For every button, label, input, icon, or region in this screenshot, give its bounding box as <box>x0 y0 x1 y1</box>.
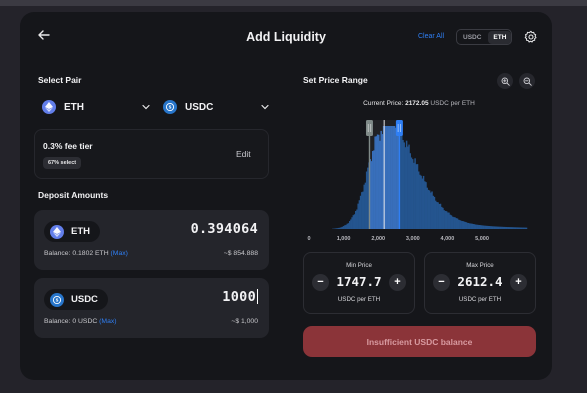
currency-toggle: USDC ETH <box>456 29 512 45</box>
current-price-unit: USDC per ETH <box>430 100 475 107</box>
usdc-balance-text: Balance: 0 USDC <box>44 318 98 325</box>
min-price-increment-button[interactable]: + <box>389 274 406 291</box>
fee-select-badge: 67% select <box>43 157 82 169</box>
clear-all-link[interactable]: Clear All <box>418 33 444 40</box>
x-tick-label: 0 <box>307 236 310 242</box>
min-price-card: Min Price − 1747.7 + USDC per ETH <box>303 252 415 314</box>
eth-icon <box>42 100 56 114</box>
min-price-unit: USDC per ETH <box>337 296 381 303</box>
eth-deposit-card: ETH 0.394064 Balance: 0.1802 ETH (Max) ~… <box>34 210 269 270</box>
eth-token-name: ETH <box>71 226 90 237</box>
toggle-eth[interactable]: ETH <box>488 30 512 44</box>
current-price-line: Current Price: 2172.05 USDC per ETH <box>303 100 535 107</box>
eth-icon <box>50 224 64 239</box>
max-price-increment-button[interactable]: + <box>510 274 527 291</box>
eth-usd-value: ~$ 854.888 <box>223 250 258 257</box>
x-tick-label: 5,000 <box>475 236 489 242</box>
token-a-name: ETH <box>64 101 84 113</box>
fee-tier-box: 0.3% fee tier 67% select Edit <box>34 129 269 179</box>
fee-edit-button[interactable]: Edit <box>236 149 251 159</box>
token-a-select[interactable]: ETH <box>42 96 150 118</box>
zoom-out-icon[interactable] <box>519 73 535 89</box>
liquidity-bars <box>332 126 528 229</box>
zoom-in-icon[interactable] <box>497 73 513 89</box>
liquidity-bar <box>525 227 528 229</box>
toggle-usdc[interactable]: USDC <box>458 31 486 44</box>
liquidity-distribution-chart: 0 1,000 2,000 3,000 4,000 5,000 <box>307 120 528 242</box>
submit-button[interactable]: Insufficient USDC balance <box>303 326 536 357</box>
deposit-amounts-label: Deposit Amounts <box>38 190 109 200</box>
select-pair-label: Select Pair <box>38 75 82 85</box>
max-price-unit: USDC per ETH <box>458 296 502 303</box>
text-caret <box>257 289 258 304</box>
max-price-card: Max Price − 2612.4 + USDC per ETH <box>424 252 536 314</box>
min-price-label: Min Price <box>346 262 372 269</box>
fee-tier-label: 0.3% fee tier <box>43 141 93 151</box>
usdc-amount-value: 1000 <box>222 289 256 305</box>
usdc-max-link[interactable]: (Max) <box>99 318 116 325</box>
window-top-strip <box>0 0 587 6</box>
token-b-name: USDC <box>185 101 214 113</box>
x-tick-label: 3,000 <box>406 236 420 242</box>
x-tick-label: 4,000 <box>441 236 455 242</box>
x-tick-label: 1,000 <box>337 236 351 242</box>
eth-token-pill: ETH <box>44 221 100 242</box>
current-price-label: Current Price: <box>363 100 404 107</box>
x-tick-label: 2,000 <box>371 236 385 242</box>
chevron-down-icon <box>142 104 150 110</box>
usdc-deposit-card: $ USDC 1000 Balance: 0 USDC (Max) ~$ 1,0… <box>34 278 269 338</box>
max-price-label: Max Price <box>466 262 494 269</box>
usdc-icon: $ <box>163 100 177 114</box>
usdc-amount-input[interactable]: 1000 <box>222 289 258 305</box>
usdc-icon: $ <box>50 292 64 307</box>
usdc-token-pill: $ USDC <box>44 289 108 310</box>
svg-text:$: $ <box>169 105 172 110</box>
current-price-value: 2172.05 <box>405 100 429 107</box>
svg-text:$: $ <box>56 297 59 302</box>
add-liquidity-panel: Add Liquidity Clear All USDC ETH Select … <box>20 12 552 380</box>
token-b-select[interactable]: $ USDC <box>163 96 269 118</box>
eth-balance-text: Balance: 0.1802 ETH <box>44 250 109 257</box>
set-price-range-label: Set Price Range <box>303 75 368 85</box>
eth-balance: Balance: 0.1802 ETH (Max) <box>44 250 128 257</box>
eth-max-link[interactable]: (Max) <box>111 250 128 257</box>
usdc-token-name: USDC <box>71 294 98 305</box>
usdc-usd-value: ~$ 1,000 <box>231 318 258 325</box>
chevron-down-icon <box>261 104 269 110</box>
usdc-balance: Balance: 0 USDC (Max) <box>44 318 117 325</box>
eth-amount-input[interactable]: 0.394064 <box>191 221 258 237</box>
settings-gear-icon[interactable] <box>524 30 538 44</box>
